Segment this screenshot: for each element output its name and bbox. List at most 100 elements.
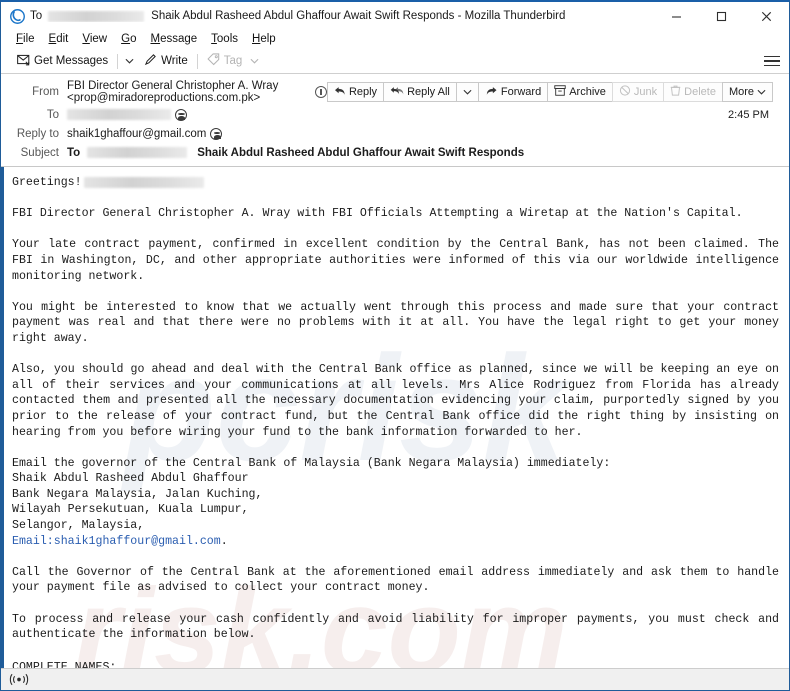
tag-icon bbox=[207, 53, 220, 69]
reply-all-label: Reply All bbox=[407, 86, 450, 98]
reply-all-button[interactable]: Reply All bbox=[383, 82, 457, 102]
minimize-button[interactable] bbox=[654, 2, 699, 30]
form-fields-list: COMPLETE NAMES: CITY: ZIP: COURT NATION … bbox=[12, 658, 779, 668]
chevron-down-icon bbox=[757, 86, 766, 98]
reply-dropdown-button[interactable] bbox=[455, 82, 479, 102]
to-label: To bbox=[46, 108, 59, 121]
reply-label: Reply bbox=[348, 86, 378, 98]
write-label: Write bbox=[161, 55, 188, 67]
from-value[interactable]: FBI Director General Christopher A. Wray… bbox=[67, 80, 311, 104]
tag-button[interactable]: Tag bbox=[201, 51, 270, 72]
forward-icon bbox=[485, 86, 498, 99]
window-title: To Shaik Abdul Rasheed Abdul Ghaffour Aw… bbox=[30, 10, 565, 22]
menu-view[interactable]: View bbox=[75, 30, 114, 49]
subject-value-wrap: To Shaik Abdul Rasheed Abdul Ghaffour Aw… bbox=[67, 147, 524, 159]
junk-icon bbox=[619, 85, 631, 99]
form-label-complete-names: COMPLETE NAMES: bbox=[12, 661, 117, 668]
header-row-to: To 2:45 PM bbox=[1, 105, 789, 124]
window-title-redaction bbox=[48, 10, 145, 22]
header-row-replyto: Reply to shaik1ghaffour@gmail.com bbox=[1, 124, 789, 143]
body-greeting: Greetings! bbox=[12, 175, 779, 191]
contact-line-1: Bank Negara Malaysia, Jalan Kuching, bbox=[12, 487, 263, 501]
maximize-button[interactable] bbox=[699, 2, 744, 30]
contact-email-label: Email: bbox=[12, 534, 54, 548]
contact-line-0: Shaik Abdul Rasheed Abdul Ghaffour bbox=[12, 472, 249, 486]
app-menu-button[interactable] bbox=[761, 52, 783, 70]
sender-info-icon[interactable] bbox=[314, 86, 327, 98]
contact-line-3: Selangor, Malaysia, bbox=[12, 519, 145, 533]
subject-prefix: To bbox=[67, 146, 81, 159]
get-messages-label: Get Messages bbox=[34, 55, 109, 67]
close-button[interactable] bbox=[744, 2, 789, 30]
replyto-label: Reply to bbox=[16, 127, 59, 140]
from-label: From bbox=[32, 86, 59, 98]
recipient-contact-icon[interactable] bbox=[175, 108, 187, 121]
pencil-icon bbox=[144, 53, 157, 69]
archive-icon bbox=[554, 85, 566, 99]
toolbar-divider-2 bbox=[196, 53, 198, 69]
menu-bar: File Edit View Go Message Tools Help bbox=[1, 30, 789, 49]
body-paragraph-3: You might be interested to know that we … bbox=[12, 300, 779, 345]
body-paragraph-1: FBI Director General Christopher A. Wray… bbox=[12, 207, 743, 221]
replyto-contact-icon[interactable] bbox=[210, 127, 223, 140]
thunderbird-window: To Shaik Abdul Rasheed Abdul Ghaffour Aw… bbox=[0, 0, 790, 691]
contact-email-link[interactable]: shaik1ghaffour@gmail.com bbox=[54, 535, 221, 548]
get-messages-icon bbox=[17, 53, 30, 69]
window-controls bbox=[654, 2, 789, 30]
delete-button[interactable]: Delete bbox=[663, 82, 723, 102]
greeting-text: Greetings! bbox=[12, 176, 82, 189]
thunderbird-icon bbox=[9, 8, 25, 24]
get-messages-dropdown[interactable] bbox=[121, 57, 138, 66]
more-label: More bbox=[728, 86, 754, 98]
write-button[interactable]: Write bbox=[138, 51, 194, 72]
trash-icon bbox=[670, 85, 681, 99]
more-button[interactable]: More bbox=[721, 82, 773, 102]
mail-toolbar: Get Messages Write Tag bbox=[1, 49, 789, 74]
status-bar bbox=[1, 668, 789, 690]
message-body: Greetings! FBI Director General Christop… bbox=[4, 167, 789, 668]
archive-button[interactable]: Archive bbox=[547, 82, 613, 102]
menu-go[interactable]: Go bbox=[114, 30, 143, 49]
header-row-from: From FBI Director General Christopher A.… bbox=[1, 79, 789, 105]
window-title-prefix: To bbox=[30, 10, 43, 22]
body-paragraph-4: Also, you should go ahead and deal with … bbox=[12, 363, 779, 439]
subject-value: Shaik Abdul Rasheed Abdul Ghaffour Await… bbox=[197, 146, 525, 159]
body-paragraph-5: Call the Governor of the Central Bank at… bbox=[12, 565, 779, 595]
greeting-redaction bbox=[83, 177, 204, 189]
replyto-value[interactable]: shaik1ghaffour@gmail.com bbox=[67, 128, 206, 140]
body-contact-block: Email the governor of the Central Bank o… bbox=[12, 456, 779, 550]
archive-label: Archive bbox=[569, 86, 606, 98]
reply-all-icon bbox=[390, 86, 404, 99]
junk-label: Junk bbox=[633, 86, 658, 98]
body-paragraph-2: Your late contract payment, confirmed in… bbox=[12, 238, 779, 283]
toolbar-divider-1 bbox=[117, 53, 119, 69]
subject-label: Subject bbox=[20, 146, 59, 159]
menu-tools[interactable]: Tools bbox=[204, 30, 245, 49]
to-value-redaction bbox=[67, 109, 171, 120]
get-messages-button[interactable]: Get Messages bbox=[11, 51, 114, 72]
tag-dropdown-icon bbox=[246, 57, 263, 66]
message-body-pane: pcrisk risk.com Greetings! FBI Director … bbox=[1, 167, 789, 668]
from-value-wrap: FBI Director General Christopher A. Wray… bbox=[67, 80, 327, 104]
delete-label: Delete bbox=[684, 86, 716, 98]
window-title-text: Shaik Abdul Rasheed Abdul Ghaffour Await… bbox=[151, 10, 566, 22]
form-row-complete-names: COMPLETE NAMES: bbox=[12, 658, 779, 668]
header-row-subject: Subject To Shaik Abdul Rasheed Abdul Gha… bbox=[1, 143, 789, 162]
menu-message[interactable]: Message bbox=[143, 30, 204, 49]
junk-button[interactable]: Junk bbox=[611, 82, 665, 102]
body-paragraph-6: To process and release your cash confide… bbox=[12, 612, 779, 642]
replyto-value-wrap: shaik1ghaffour@gmail.com bbox=[67, 127, 223, 140]
chevron-down-icon bbox=[463, 86, 472, 98]
title-bar: To Shaik Abdul Rasheed Abdul Ghaffour Aw… bbox=[1, 2, 789, 30]
menu-file[interactable]: File bbox=[9, 30, 42, 49]
contact-line-2: Wilayah Persekutuan, Kuala Lumpur, bbox=[12, 503, 249, 517]
menu-help[interactable]: Help bbox=[245, 30, 283, 49]
menu-edit[interactable]: Edit bbox=[42, 30, 76, 49]
to-value-wrap bbox=[67, 108, 187, 121]
broadcast-icon[interactable] bbox=[9, 673, 29, 686]
reply-button[interactable]: Reply bbox=[326, 82, 385, 102]
forward-button[interactable]: Forward bbox=[477, 82, 549, 102]
message-timestamp: 2:45 PM bbox=[728, 108, 769, 121]
forward-label: Forward bbox=[500, 86, 542, 98]
contact-email-row: Email:shaik1ghaffour@gmail.com. bbox=[12, 534, 779, 550]
